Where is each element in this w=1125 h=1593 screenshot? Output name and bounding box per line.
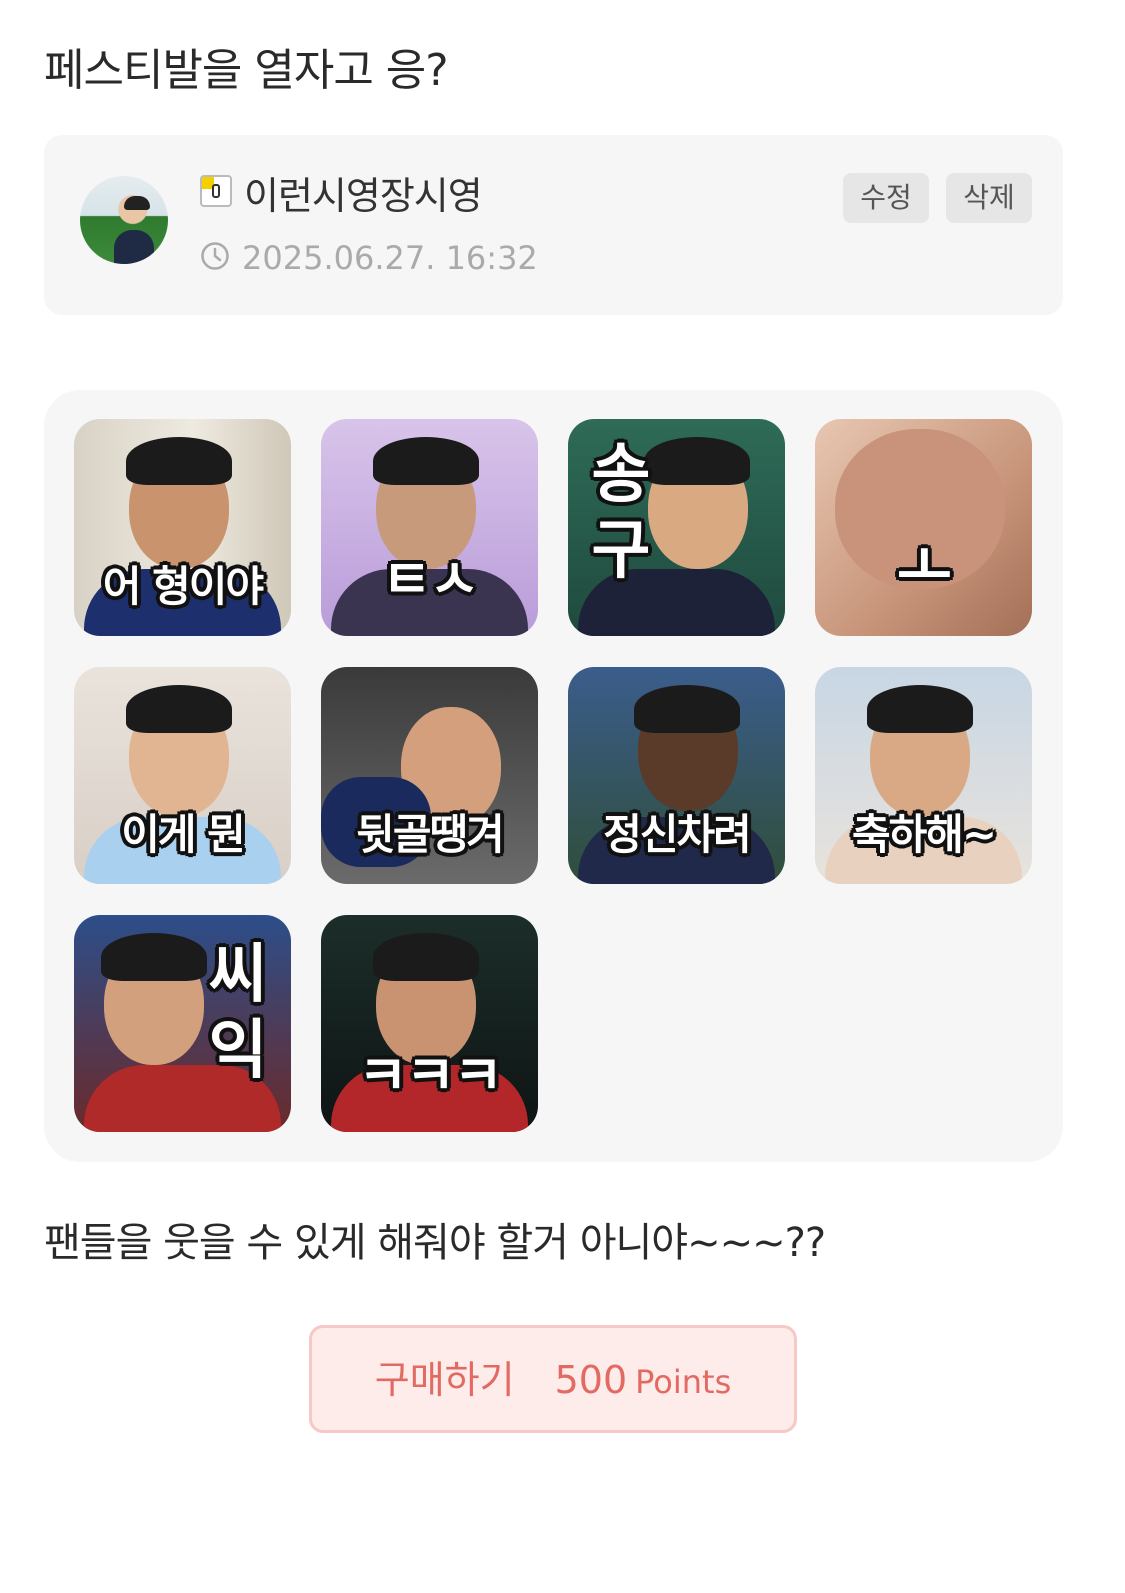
post-title: 페스티발을 열자고 응?	[44, 45, 449, 96]
emoticon-tile[interactable]: ㅌㅅ	[321, 419, 538, 636]
emoticon-caption: 정신차려	[603, 810, 752, 859]
emoticon-caption: ㅗ	[896, 533, 952, 603]
emoticon-caption: ㅌㅅ	[381, 548, 479, 611]
emoticon-caption: 송구	[591, 438, 651, 588]
emoticon-tile[interactable]: 어 형이야	[74, 419, 291, 636]
emoticon-tile[interactable]: 송구	[568, 419, 785, 636]
level-badge-icon	[200, 175, 232, 207]
edit-button[interactable]: 수정	[843, 173, 929, 223]
author-card: 이런시영장시영 2025.06.27. 16:32 수정 삭제	[44, 135, 1063, 315]
emoticon-grid: 어 형이야 ㅌㅅ 송구 ㅗ 이게 뭔 뒷골땡겨 정신차려 축하해~ 씨익 ㅋㅋㅋ	[44, 390, 1063, 1162]
delete-button[interactable]: 삭제	[946, 173, 1032, 223]
emoticon-tile[interactable]: ㅋㅋㅋ	[321, 915, 538, 1132]
user-avatar[interactable]	[80, 176, 168, 264]
emoticon-caption: 축하해~	[851, 810, 997, 859]
post-description: 팬들을 웃을 수 있게 해줘야 할거 아니야~~~??	[44, 1220, 826, 1266]
emoticon-caption: 뒷골땡겨	[356, 810, 505, 859]
post-date: 2025.06.27. 16:32	[242, 239, 538, 277]
emoticon-tile[interactable]: 씨익	[74, 915, 291, 1132]
emoticon-tile[interactable]: 뒷골땡겨	[321, 667, 538, 884]
emoticon-tile[interactable]: 정신차려	[568, 667, 785, 884]
purchase-label: 구매하기	[374, 1358, 515, 1402]
emoticon-caption: 씨익	[208, 938, 268, 1088]
emoticon-tile[interactable]: ㅗ	[815, 419, 1032, 636]
purchase-points: 500	[554, 1358, 628, 1402]
emoticon-tile[interactable]: 축하해~	[815, 667, 1032, 884]
clock-icon	[201, 242, 229, 270]
emoticon-caption: 어 형이야	[102, 562, 264, 611]
emoticon-tile[interactable]: 이게 뭔	[74, 667, 291, 884]
purchase-unit: Points	[635, 1363, 732, 1401]
author-name[interactable]: 이런시영장시영	[244, 165, 483, 220]
emoticon-caption: 이게 뭔	[121, 810, 246, 859]
purchase-button[interactable]: 구매하기 500 Points	[309, 1325, 797, 1433]
emoticon-caption: ㅋㅋㅋ	[357, 1044, 503, 1107]
